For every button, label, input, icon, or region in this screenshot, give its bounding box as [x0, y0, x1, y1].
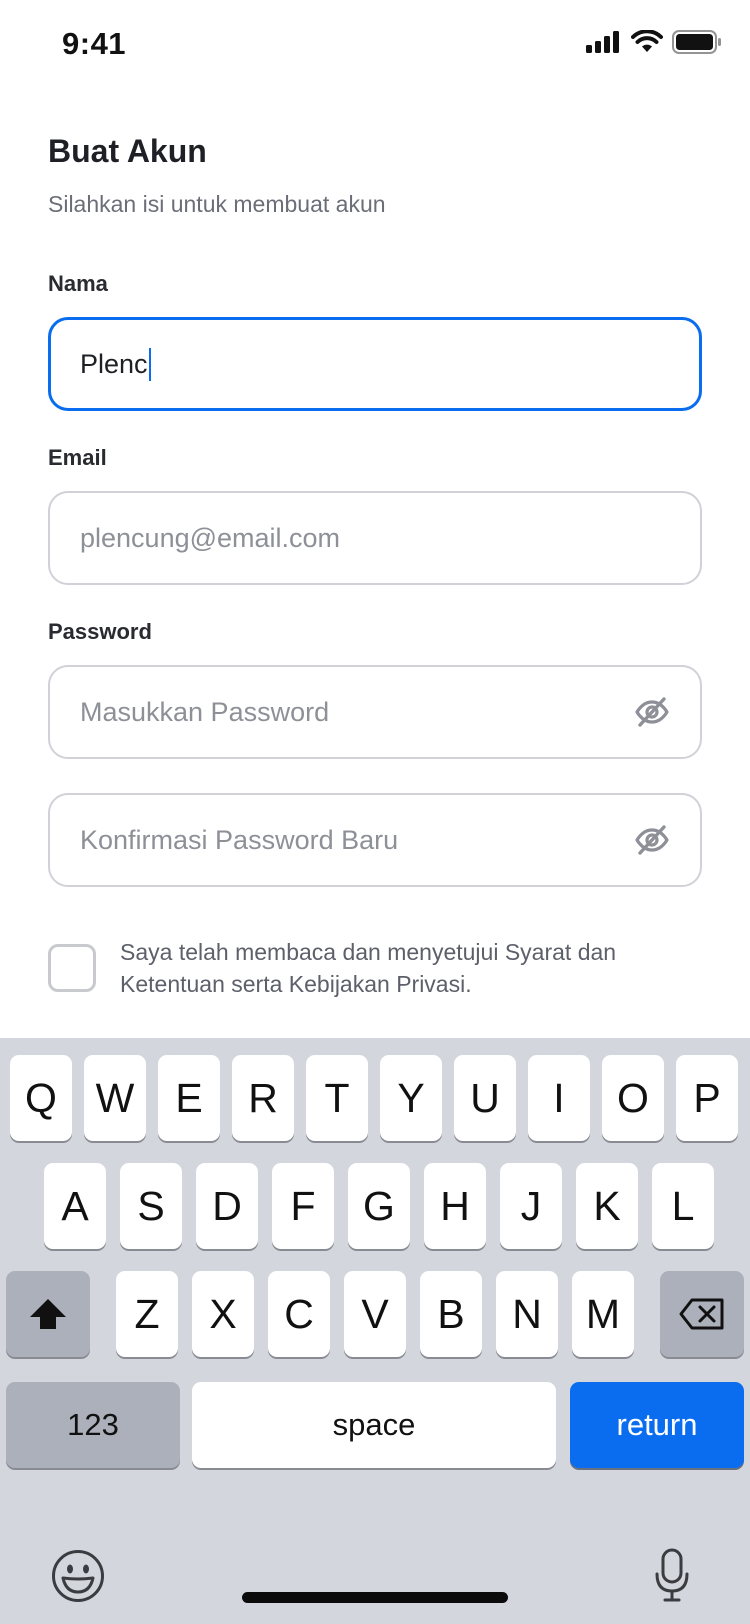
key-w[interactable]: W [84, 1055, 146, 1141]
consent-line-2: Ketentuan serta Kebijakan Privasi. [120, 971, 472, 997]
password-input[interactable]: Masukkan Password [48, 665, 702, 759]
signal-icon [586, 31, 619, 53]
page-subtitle: Silahkan isi untuk membuat akun [48, 191, 386, 217]
key-s[interactable]: S [120, 1163, 182, 1249]
key-o[interactable]: O [602, 1055, 664, 1141]
key-g[interactable]: G [348, 1163, 410, 1249]
key-v[interactable]: V [344, 1271, 406, 1357]
eye-off-icon[interactable] [634, 822, 670, 858]
name-input-value: Plenc [80, 348, 148, 379]
email-input[interactable]: plencung@email.com [48, 491, 702, 585]
confirm-password-placeholder: Konfirmasi Password Baru [80, 824, 399, 855]
eye-off-icon[interactable] [634, 694, 670, 730]
backspace-icon [679, 1298, 724, 1330]
keyboard: Q W E R T Y U I O P A S D F G H J K L Z … [0, 1038, 750, 1624]
password-placeholder: Masukkan Password [80, 696, 330, 727]
key-j[interactable]: J [500, 1163, 562, 1249]
status-time: 9:41 [62, 26, 127, 61]
consent-line-1: Saya telah membaca dan menyetujui Syarat… [120, 939, 617, 965]
key-p[interactable]: P [676, 1055, 738, 1141]
key-x[interactable]: X [192, 1271, 254, 1357]
key-d[interactable]: D [196, 1163, 258, 1249]
shift-key[interactable] [6, 1271, 90, 1357]
consent-checkbox[interactable] [48, 944, 96, 992]
key-q[interactable]: Q [10, 1055, 72, 1141]
key-i[interactable]: I [528, 1055, 590, 1141]
battery-icon [672, 30, 721, 54]
page-title: Buat Akun [48, 133, 207, 169]
password-label: Password [48, 619, 152, 644]
key-c[interactable]: C [268, 1271, 330, 1357]
key-n[interactable]: N [496, 1271, 558, 1357]
key-f[interactable]: F [272, 1163, 334, 1249]
return-key[interactable]: return [570, 1382, 744, 1468]
name-input[interactable]: Plenc [48, 317, 702, 411]
backspace-key[interactable] [660, 1271, 744, 1357]
key-u[interactable]: U [454, 1055, 516, 1141]
microphone-icon[interactable] [654, 1548, 690, 1604]
home-indicator [242, 1592, 508, 1603]
key-h[interactable]: H [424, 1163, 486, 1249]
name-label: Nama [48, 271, 108, 296]
emoji-icon[interactable] [50, 1548, 106, 1604]
email-placeholder: plencung@email.com [80, 522, 341, 553]
key-b[interactable]: B [420, 1271, 482, 1357]
key-m[interactable]: M [572, 1271, 634, 1357]
email-label: Email [48, 445, 107, 470]
status-bar: 9:41 [0, 0, 750, 92]
status-icons [586, 30, 722, 54]
wifi-icon [631, 30, 663, 52]
key-a[interactable]: A [44, 1163, 106, 1249]
key-l[interactable]: L [652, 1163, 714, 1249]
key-y[interactable]: Y [380, 1055, 442, 1141]
space-key[interactable]: space [192, 1382, 556, 1468]
key-t[interactable]: T [306, 1055, 368, 1141]
shift-icon [30, 1299, 66, 1329]
numbers-key[interactable]: 123 [6, 1382, 180, 1468]
confirm-password-input[interactable]: Konfirmasi Password Baru [48, 793, 702, 887]
key-z[interactable]: Z [116, 1271, 178, 1357]
consent-text: Saya telah membaca dan menyetujui Syarat… [120, 936, 710, 1000]
key-e[interactable]: E [158, 1055, 220, 1141]
key-r[interactable]: R [232, 1055, 294, 1141]
key-k[interactable]: K [576, 1163, 638, 1249]
text-caret [148, 347, 151, 381]
